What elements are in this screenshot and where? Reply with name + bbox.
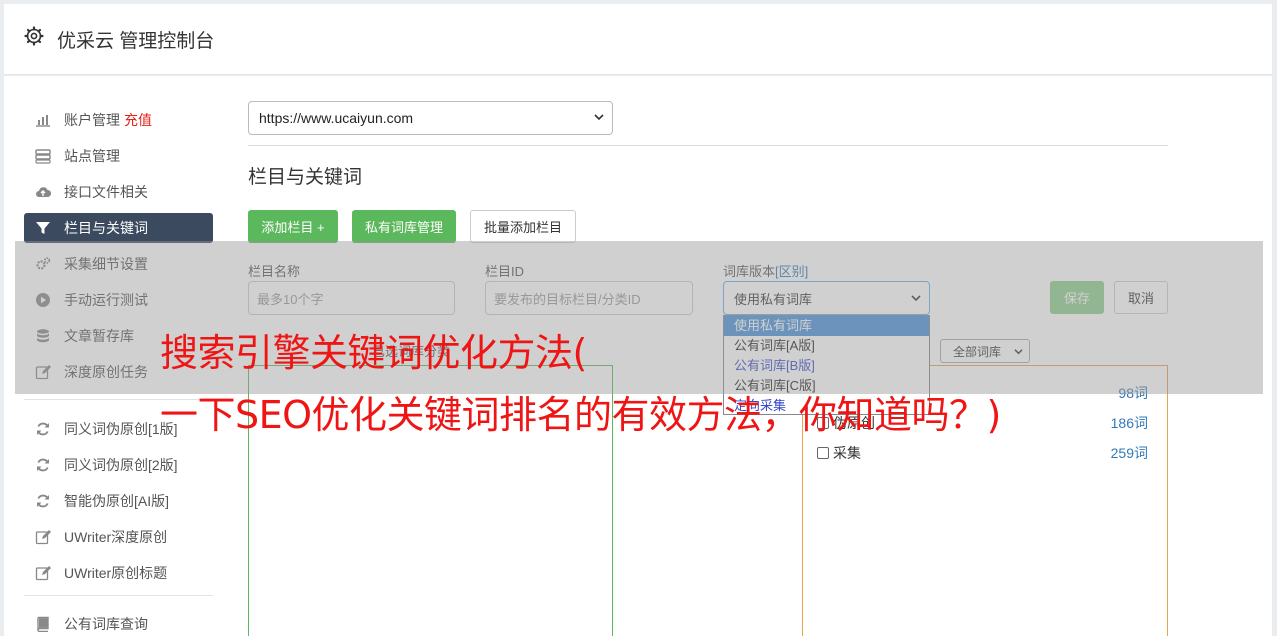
recharge-link[interactable]: 充值 <box>124 110 152 130</box>
sidebar-item-uwriter-deep[interactable]: UWriter深度原创 <box>24 522 213 552</box>
server-icon <box>35 148 51 164</box>
sidebar-item-label: UWriter深度原创 <box>64 529 168 545</box>
section-title: 栏目与关键词 <box>248 167 363 188</box>
refresh-icon <box>35 493 51 509</box>
sidebar-item-label: UWriter原创标题 <box>64 565 168 581</box>
filter-icon <box>35 220 51 236</box>
category-count: 186词 <box>1110 415 1148 431</box>
sidebar-item-public-lib-query[interactable]: 公有词库查询 <box>24 609 213 636</box>
overlay-title-line2: 一下SEO优化关键词排名的有效方法，你知道吗？) <box>160 393 1001 437</box>
sidebar-item-label: 账户管理 <box>64 112 120 128</box>
sidebar-item-interface-files[interactable]: 接口文件相关 <box>24 177 213 207</box>
sidebar-item-columns-keywords[interactable]: 栏目与关键词 <box>24 213 213 243</box>
chevron-down-icon <box>594 114 604 121</box>
overlay-title-line1: 搜索引擎关键词优化方法( <box>160 331 587 375</box>
edit-icon <box>35 529 51 545</box>
top-header: 优采云 管理控制台 <box>4 4 1272 75</box>
sidebar-item-uwriter-title[interactable]: UWriter原创标题 <box>24 558 213 588</box>
edit-icon <box>35 565 51 581</box>
gear-icon <box>24 26 44 46</box>
category-count: 259词 <box>1110 445 1148 461</box>
category-checkbox[interactable] <box>817 447 829 459</box>
batch-add-column-button[interactable]: 批量添加栏目 <box>470 210 576 243</box>
add-column-button[interactable]: 添加栏目 + <box>248 210 338 243</box>
book-icon <box>35 616 51 632</box>
site-select[interactable]: https://www.ucaiyun.com <box>248 101 613 135</box>
sidebar-item-label: 同义词伪原创[2版] <box>64 457 178 473</box>
sidebar-item-account[interactable]: 账户管理 充值 <box>24 105 213 135</box>
sidebar-item-sites[interactable]: 站点管理 <box>24 141 213 171</box>
sidebar-item-synonym-v2[interactable]: 同义词伪原创[2版] <box>24 450 213 480</box>
category-row[interactable]: 采集 <box>817 443 861 463</box>
sidebar-item-label: 公有词库查询 <box>64 616 148 632</box>
app-title: 优采云 管理控制台 <box>57 31 215 52</box>
site-select-value: https://www.ucaiyun.com <box>259 110 414 126</box>
private-lib-button[interactable]: 私有词库管理 <box>352 210 456 243</box>
refresh-icon <box>35 421 51 437</box>
cloud-upload-icon <box>35 184 51 200</box>
sidebar-item-label: 接口文件相关 <box>64 184 148 200</box>
refresh-icon <box>35 457 51 473</box>
sidebar-divider <box>24 595 213 596</box>
sidebar-item-label: 站点管理 <box>64 148 120 164</box>
sidebar-item-label: 栏目与关键词 <box>64 220 148 236</box>
category-label: 采集 <box>833 445 861 461</box>
sidebar-item-label: 智能伪原创[AI版] <box>64 493 170 509</box>
divider-line <box>248 145 1168 146</box>
bar-chart-icon <box>35 112 51 128</box>
sidebar-item-ai-rewrite[interactable]: 智能伪原创[AI版] <box>24 486 213 516</box>
